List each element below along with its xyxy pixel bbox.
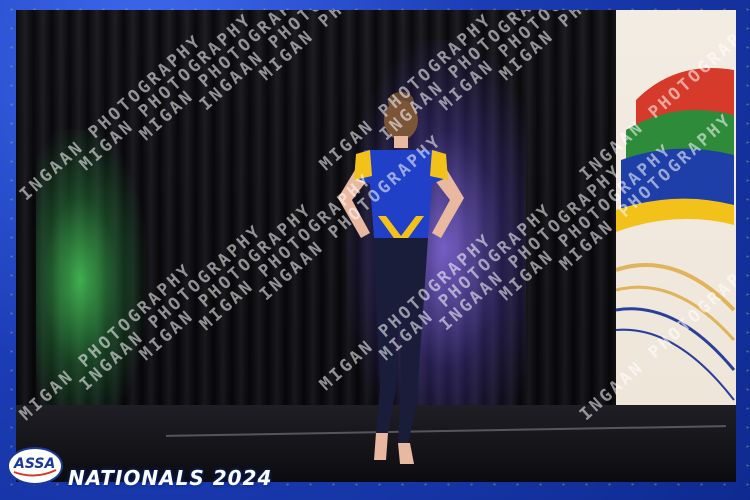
event-title: NATIONALS 2024: [68, 466, 273, 490]
dancer-figure: [338, 92, 464, 464]
flag-wave-graphic: [615, 68, 736, 401]
green-stage-light: [36, 130, 146, 430]
logo-text: ASSA: [14, 456, 56, 472]
stage-photo: INGAAN PHOTOGRAPHY MIGAN PHOTOGRAPHY MIG…: [16, 10, 736, 482]
event-banner: [615, 10, 736, 405]
